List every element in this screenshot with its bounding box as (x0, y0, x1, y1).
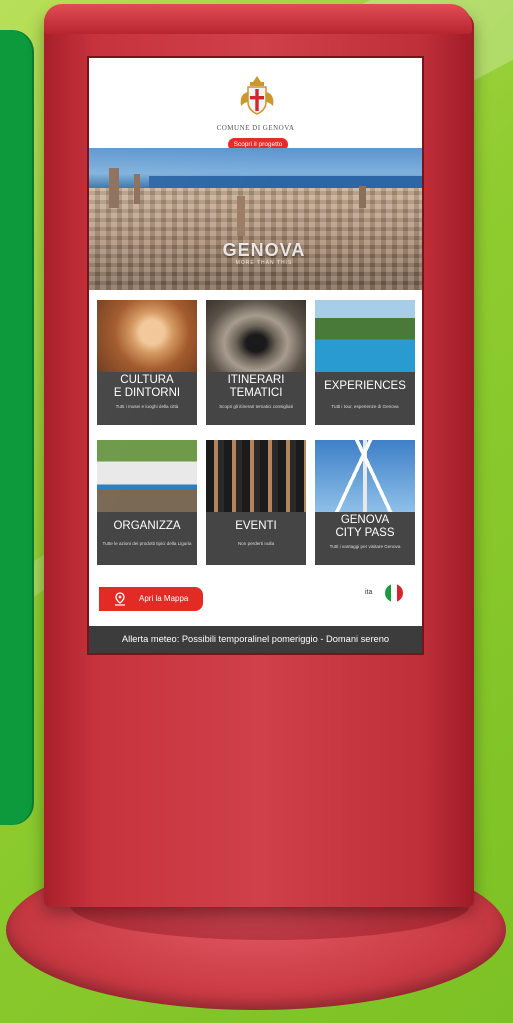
hero-tower (359, 186, 366, 208)
kiosk-top-cap (44, 4, 472, 34)
tile-image-coast (315, 300, 415, 372)
kiosk-screen: COMUNE DI GENOVA Scopri il progetto GENO… (89, 58, 422, 653)
category-grid: CULTURA E DINTORNI Tutti i musei e luogh… (97, 300, 417, 570)
tile-image-tunnel (206, 300, 306, 372)
tile-title: CULTURA E DINTORNI (97, 374, 197, 400)
open-map-label: Apri la Mappa (139, 594, 189, 603)
tile-title: EXPERIENCES (315, 380, 415, 393)
tile-cultura[interactable]: CULTURA E DINTORNI Tutti i musei e luogh… (97, 300, 197, 425)
tile-image-bigo (315, 440, 415, 512)
tile-city-pass[interactable]: GENOVA CITY PASS Tutti i vantaggi per vi… (315, 440, 415, 565)
tile-itinerari[interactable]: ITINERARI TEMATICI Scopri gli itinerari … (206, 300, 306, 425)
tile-image-train (97, 440, 197, 512)
tile-title: ITINERARI TEMATICI (206, 374, 306, 400)
tile-title: EVENTI (206, 520, 306, 533)
tile-title-line2: CITY PASS (335, 527, 395, 539)
tile-experiences[interactable]: EXPERIENCES Tutti i tour, esperienze di … (315, 300, 415, 425)
language-label[interactable]: ita (365, 587, 372, 599)
screen-header: COMUNE DI GENOVA Scopri il progetto (89, 58, 422, 151)
tile-description: Tutti i tour, esperienze di Genova (331, 404, 399, 409)
tile-title: GENOVA CITY PASS (315, 514, 415, 540)
tile-title-line2: E DINTORNI (113, 387, 181, 399)
tile-description: Tutti i vantaggi per visitare Genova (329, 544, 401, 549)
comune-label: COMUNE DI GENOVA (216, 124, 295, 132)
hero-tower (134, 174, 140, 204)
hero-logo-subtitle: MORE THAN THIS (235, 260, 293, 266)
hero-tower (109, 168, 119, 208)
hero-logo-text: GENOVA (222, 240, 306, 260)
tile-description: Scopri gli itinerari tematici consigliat… (219, 404, 293, 409)
tile-organizza[interactable]: ORGANIZZA Tutte le azioni dei prodotti t… (97, 440, 197, 565)
weather-alert-bar: Allerta meteo: Possibili temporalinel po… (89, 626, 422, 653)
tile-eventi[interactable]: EVENTI Non perderti nulla (206, 440, 306, 565)
tile-description: Non perderti nulla (237, 541, 275, 546)
hero-banner-image: GENOVA MORE THAN THIS (89, 148, 422, 290)
genova-crest-icon (240, 76, 274, 115)
tile-description: Tutti i musei e luoghi della città (115, 404, 179, 409)
open-map-button[interactable]: Apri la Mappa (99, 587, 203, 611)
tile-title-line1: ITINERARI (227, 374, 285, 386)
map-pin-icon (115, 592, 125, 606)
tile-title-line1: EVENTI (235, 520, 277, 532)
background-green-panel (0, 30, 32, 825)
tile-title-line1: ORGANIZZA (113, 520, 181, 532)
italian-flag-icon[interactable] (385, 584, 403, 602)
tile-title-line2: TEMATICI (229, 387, 283, 399)
hero-sea (149, 176, 422, 188)
tile-image-orchestra (206, 440, 306, 512)
tile-title-line1: EXPERIENCES (324, 380, 406, 392)
hero-tower (237, 196, 245, 236)
tile-title-line1: CULTURA (120, 374, 174, 386)
tile-title-line1: GENOVA (340, 514, 390, 526)
tile-title: ORGANIZZA (97, 520, 197, 533)
tile-image-fresco (97, 300, 197, 372)
tile-description: Tutte le azioni dei prodotti tipici dell… (102, 541, 192, 546)
